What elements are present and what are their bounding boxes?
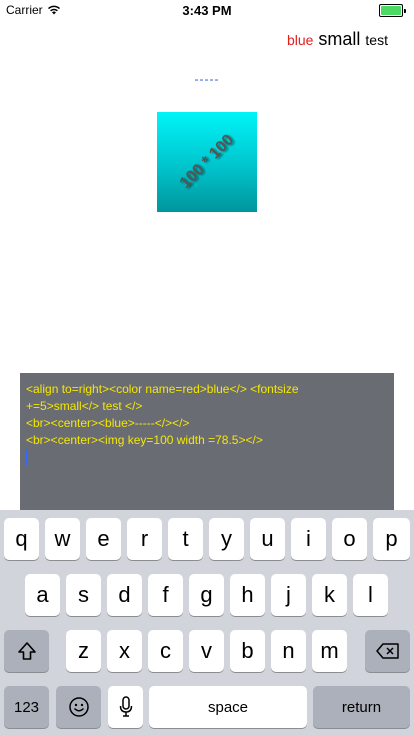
key-c[interactable]: c: [148, 630, 183, 672]
key-d[interactable]: d: [107, 574, 142, 616]
clock: 3:43 PM: [182, 3, 232, 18]
key-s[interactable]: s: [66, 574, 101, 616]
key-j[interactable]: j: [271, 574, 306, 616]
shift-icon: [17, 642, 36, 660]
editor-line: +=5>small</> test </>: [26, 399, 143, 413]
shift-key[interactable]: [4, 630, 49, 672]
key-e[interactable]: e: [86, 518, 121, 560]
key-x[interactable]: x: [107, 630, 142, 672]
preview-plain-text: test: [365, 32, 388, 48]
editor-line: <br><center><img key=100 width =78.5></>: [26, 433, 263, 447]
status-bar: Carrier 3:43 PM: [0, 0, 414, 20]
key-u[interactable]: u: [250, 518, 285, 560]
delete-icon: [375, 643, 399, 659]
key-w[interactable]: w: [45, 518, 80, 560]
key-z[interactable]: z: [66, 630, 101, 672]
key-p[interactable]: p: [373, 518, 410, 560]
key-k[interactable]: k: [312, 574, 347, 616]
text-caret: [26, 450, 28, 466]
key-q[interactable]: q: [4, 518, 39, 560]
key-b[interactable]: b: [230, 630, 265, 672]
dictation-key[interactable]: [108, 686, 143, 728]
key-h[interactable]: h: [230, 574, 265, 616]
delete-key[interactable]: [365, 630, 410, 672]
preview-image: 100 * 100: [157, 112, 257, 212]
key-t[interactable]: t: [168, 518, 203, 560]
key-l[interactable]: l: [353, 574, 388, 616]
key-v[interactable]: v: [189, 630, 224, 672]
battery-level: [381, 6, 401, 15]
preview-centered-blue-dashes: -----: [194, 72, 220, 86]
key-m[interactable]: m: [312, 630, 347, 672]
key-a[interactable]: a: [25, 574, 60, 616]
key-g[interactable]: g: [189, 574, 224, 616]
battery-icon: [379, 4, 406, 17]
preview-right-aligned-line: blue small test: [287, 29, 388, 50]
preview-enlarged-text: small: [318, 29, 361, 49]
key-r[interactable]: r: [127, 518, 162, 560]
return-key[interactable]: return: [313, 686, 410, 728]
key-o[interactable]: o: [332, 518, 367, 560]
preview-red-text: blue: [286, 32, 314, 48]
markup-text-editor[interactable]: <align to=right><color name=red>blue</> …: [20, 373, 394, 510]
numbers-key[interactable]: 123: [4, 686, 49, 728]
microphone-icon: [119, 696, 132, 717]
keyboard: q w e r t y u i o p a s d f g h j k l z …: [0, 510, 414, 736]
editor-line: <br><center><blue>-----</></>: [26, 416, 190, 430]
emoji-icon: [68, 697, 89, 717]
emoji-key[interactable]: [56, 686, 101, 728]
space-key[interactable]: space: [149, 686, 307, 728]
editor-line: <align to=right><color name=red>blue</> …: [26, 382, 299, 396]
key-i[interactable]: i: [291, 518, 326, 560]
key-y[interactable]: y: [209, 518, 244, 560]
key-f[interactable]: f: [148, 574, 183, 616]
preview-image-label: 100 * 100: [176, 131, 237, 192]
key-n[interactable]: n: [271, 630, 306, 672]
